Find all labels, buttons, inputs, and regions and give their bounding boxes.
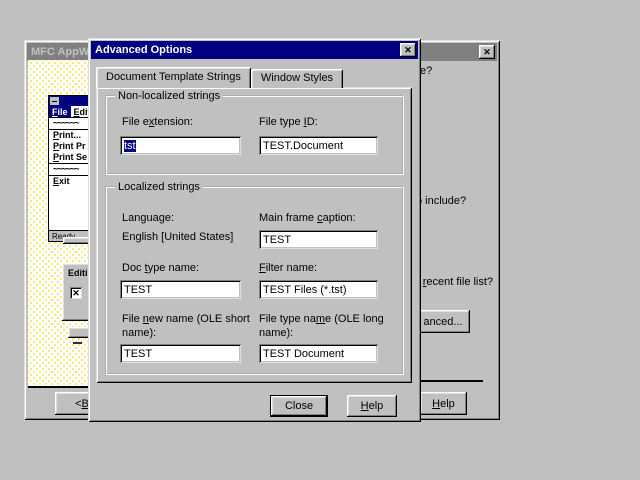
file-type-name-label: File type name (OLE long name): xyxy=(259,312,389,340)
desktop: MFC AppW ✕ File Edit ~~~~~~ Print... Pri… xyxy=(0,0,640,480)
filter-name-input[interactable]: TEST Files (*.tst) xyxy=(259,280,378,299)
wizard-text-fragment: o include? xyxy=(416,195,466,207)
file-extension-input[interactable]: tst xyxy=(120,136,241,155)
file-type-id-input[interactable]: TEST.Document xyxy=(259,136,378,155)
group-title: Non-localized strings xyxy=(115,90,223,102)
language-value: English [United States] xyxy=(122,230,233,244)
group-title: Localized strings xyxy=(115,181,203,193)
file-type-name-input[interactable]: TEST Document xyxy=(259,344,378,363)
system-menu-icon xyxy=(50,97,59,105)
file-type-id-label: File type ID: xyxy=(259,115,318,129)
doc-type-name-label: Doc type name: xyxy=(122,261,199,275)
filter-name-label: Filter name: xyxy=(259,261,317,275)
close-icon[interactable]: ✕ xyxy=(479,45,495,59)
dialog-titlebar[interactable]: Advanced Options ✕ xyxy=(91,41,418,59)
tab-document-template-strings[interactable]: Document Template Strings xyxy=(96,67,251,88)
wizard-text-fragment: e? xyxy=(420,65,432,77)
wizard-text-fragment: r recent file list? xyxy=(416,276,493,288)
advanced-button[interactable]: anced... xyxy=(416,310,470,333)
main-frame-caption-input[interactable]: TEST xyxy=(259,230,378,249)
file-extension-label: File extension: xyxy=(122,115,193,129)
selected-text: tst xyxy=(124,140,136,152)
mini-menu-file[interactable]: File xyxy=(49,106,71,117)
checkbox-checked[interactable]: ✕ xyxy=(70,287,82,299)
close-icon[interactable]: ✕ xyxy=(400,43,416,57)
dialog-title: Advanced Options xyxy=(95,44,192,56)
advanced-options-dialog: Advanced Options ✕ Document Template Str… xyxy=(88,38,421,422)
wizard-help-button[interactable]: Help xyxy=(420,392,467,415)
tab-window-styles[interactable]: Window Styles xyxy=(251,69,343,88)
main-frame-caption-label: Main frame caption: xyxy=(259,211,356,225)
dash-mark xyxy=(73,342,82,344)
wizard-title: MFC AppW xyxy=(31,46,89,58)
close-button[interactable]: Close xyxy=(270,395,328,417)
group-non-localized: Non-localized strings xyxy=(105,95,404,175)
wizard-separator xyxy=(421,380,483,382)
doc-type-name-input[interactable]: TEST xyxy=(120,280,241,299)
file-new-name-input[interactable]: TEST xyxy=(120,344,241,363)
language-label: Language: xyxy=(122,211,174,225)
tab-strip: Document Template Strings Window Styles xyxy=(96,67,343,88)
file-new-name-label: File new name (OLE short name): xyxy=(122,312,250,340)
help-button[interactable]: Help xyxy=(347,395,397,417)
